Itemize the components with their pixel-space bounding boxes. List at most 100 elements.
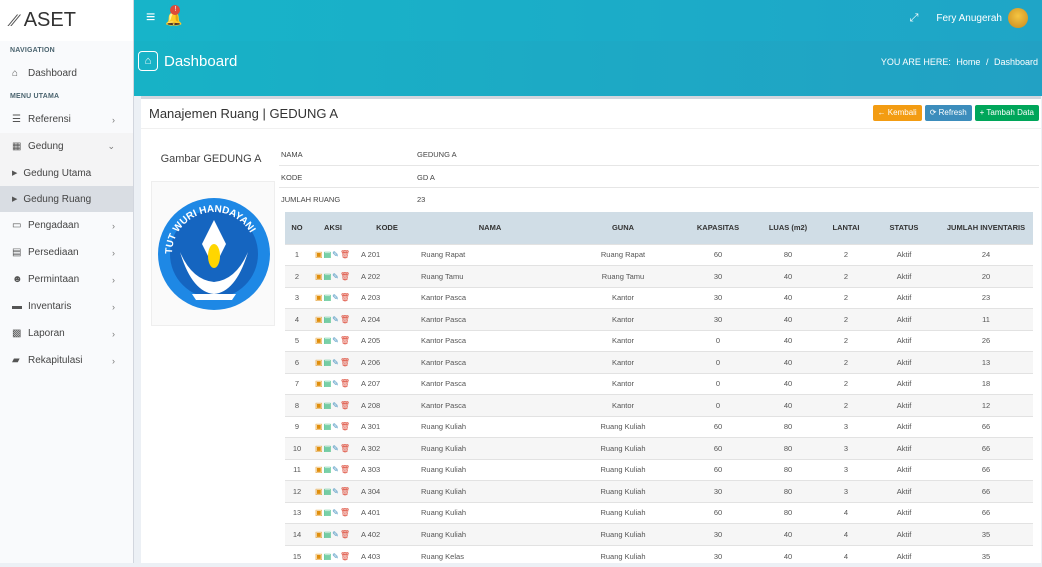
edit-icon[interactable]: ✎ [332, 315, 340, 324]
edit-icon[interactable]: ✎ [332, 336, 340, 345]
sidebar-item-persediaan[interactable]: ▤ Persediaan › [0, 239, 133, 266]
image-icon[interactable]: ▣ [315, 293, 324, 302]
cell-jumlah-inventaris: 66 [939, 501, 1033, 524]
menu-toggle-icon[interactable]: ≡ [146, 9, 155, 27]
sidebar-item-permintaan[interactable]: ☻ Permintaan › [0, 266, 133, 293]
list-detail-icon[interactable]: ▤ [324, 487, 333, 496]
delete-icon[interactable]: 🗑 [340, 508, 351, 517]
list-detail-icon[interactable]: ▤ [324, 444, 333, 453]
add-data-button[interactable]: + Tambah Data [974, 105, 1039, 121]
list-detail-icon[interactable]: ▤ [324, 315, 333, 324]
image-icon[interactable]: ▣ [315, 358, 324, 367]
sidebar-item-inventaris[interactable]: ▬ Inventaris › [0, 293, 133, 320]
breadcrumb-current: Dashboard [993, 57, 1038, 67]
breadcrumb-home-link[interactable]: Home [956, 57, 980, 67]
cell-lantai: 3 [823, 415, 869, 438]
cell-guna: Ruang Kuliah [563, 544, 683, 567]
delete-icon[interactable]: 🗑 [340, 422, 351, 431]
list-detail-icon[interactable]: ▤ [324, 552, 333, 561]
delete-icon[interactable]: 🗑 [340, 401, 351, 410]
edit-icon[interactable]: ✎ [332, 552, 340, 561]
page-title: Dashboard [164, 52, 238, 70]
sidebar-item-laporan[interactable]: ▩ Laporan › [0, 320, 133, 347]
cell-no: 12 [285, 480, 309, 502]
cell-guna: Kantor [563, 329, 683, 352]
refresh-button[interactable]: ⟳ Refresh [924, 105, 972, 121]
cell-luas: 40 [753, 351, 823, 373]
sidebar-item-rekapitulasi[interactable]: ▰ Rekapitulasi › [0, 347, 133, 374]
edit-icon[interactable]: ✎ [332, 379, 340, 388]
fullscreen-icon[interactable]: ⤢ [910, 12, 919, 25]
edit-icon[interactable]: ✎ [332, 401, 340, 410]
edit-icon[interactable]: ✎ [332, 358, 340, 367]
sidebar-item-gedung[interactable]: ▦ Gedung ⌄ [0, 133, 133, 160]
image-icon[interactable]: ▣ [315, 272, 324, 281]
delete-icon[interactable]: 🗑 [340, 465, 351, 474]
sidebar-item-label: Inventaris [28, 301, 72, 312]
edit-icon[interactable]: ✎ [332, 250, 340, 259]
delete-icon[interactable]: 🗑 [340, 272, 351, 281]
list-detail-icon[interactable]: ▤ [324, 422, 333, 431]
edit-icon[interactable]: ✎ [332, 530, 340, 539]
brand[interactable]: ⁄⁄ ASET [0, 0, 133, 41]
cell-kode: A 303 [357, 458, 417, 481]
image-icon[interactable]: ▣ [315, 465, 324, 474]
table-row: 10 ▣▤✎🗑 A 302 Ruang Kuliah Ruang Kuliah 60 80 3… [285, 437, 1033, 459]
delete-icon[interactable]: 🗑 [340, 552, 351, 561]
edit-icon[interactable]: ✎ [332, 422, 340, 431]
cell-nama: Kantor Pasca [417, 372, 563, 395]
list-detail-icon[interactable]: ▤ [324, 401, 333, 410]
image-icon[interactable]: ▣ [315, 250, 324, 259]
delete-icon[interactable]: 🗑 [340, 379, 351, 388]
list-detail-icon[interactable]: ▤ [324, 379, 333, 388]
image-icon[interactable]: ▣ [315, 444, 324, 453]
list-detail-icon[interactable]: ▤ [324, 358, 333, 367]
list-detail-icon[interactable]: ▤ [324, 336, 333, 345]
list-detail-icon[interactable]: ▤ [324, 465, 333, 474]
sidebar-subitem-gedung-ruang[interactable]: ▶ Gedung Ruang [0, 186, 133, 212]
image-icon[interactable]: ▣ [315, 552, 324, 561]
image-icon[interactable]: ▣ [315, 530, 324, 539]
list-detail-icon[interactable]: ▤ [324, 530, 333, 539]
edit-icon[interactable]: ✎ [332, 293, 340, 302]
notification-bell-icon[interactable]: 🔔 ! [165, 4, 183, 27]
delete-icon[interactable]: 🗑 [340, 487, 351, 496]
sidebar-item-pengadaan[interactable]: ▭ Pengadaan › [0, 212, 133, 239]
image-icon[interactable]: ▣ [315, 401, 324, 410]
delete-icon[interactable]: 🗑 [340, 250, 351, 259]
cell-aksi: ▣▤✎🗑 [309, 458, 357, 481]
image-icon[interactable]: ▣ [315, 487, 324, 496]
edit-icon[interactable]: ✎ [332, 465, 340, 474]
cell-aksi: ▣▤✎🗑 [309, 394, 357, 416]
cell-status: Aktif [869, 265, 939, 287]
edit-icon[interactable]: ✎ [332, 487, 340, 496]
image-icon[interactable]: ▣ [315, 422, 324, 431]
info-label: KODE [281, 173, 303, 182]
image-icon[interactable]: ▣ [315, 508, 324, 517]
delete-icon[interactable]: 🗑 [340, 358, 351, 367]
list-detail-icon[interactable]: ▤ [324, 293, 333, 302]
delete-icon[interactable]: 🗑 [340, 530, 351, 539]
list-detail-icon[interactable]: ▤ [324, 272, 333, 281]
delete-icon[interactable]: 🗑 [340, 293, 351, 302]
delete-icon[interactable]: 🗑 [340, 315, 351, 324]
image-icon[interactable]: ▣ [315, 315, 324, 324]
list-detail-icon[interactable]: ▤ [324, 250, 333, 259]
sidebar-item-referensi[interactable]: ☰ Referensi › [0, 106, 133, 133]
sidebar-subitem-gedung-utama[interactable]: ▶ Gedung Utama [0, 160, 133, 186]
delete-icon[interactable]: 🗑 [340, 336, 351, 345]
sidebar-item-dashboard[interactable]: ⌂ Dashboard [0, 60, 133, 87]
cell-jumlah-inventaris: 66 [939, 480, 1033, 502]
image-icon[interactable]: ▣ [315, 336, 324, 345]
list-detail-icon[interactable]: ▤ [324, 508, 333, 517]
edit-icon[interactable]: ✎ [332, 272, 340, 281]
edit-icon[interactable]: ✎ [332, 444, 340, 453]
image-icon[interactable]: ▣ [315, 379, 324, 388]
cell-no: 13 [285, 501, 309, 524]
user-name[interactable]: Fery Anugerah [936, 13, 1002, 24]
avatar[interactable] [1008, 8, 1028, 28]
back-button[interactable]: ← Kembali [872, 105, 922, 121]
edit-icon[interactable]: ✎ [332, 508, 340, 517]
col-header: KODE [357, 212, 417, 244]
delete-icon[interactable]: 🗑 [340, 444, 351, 453]
